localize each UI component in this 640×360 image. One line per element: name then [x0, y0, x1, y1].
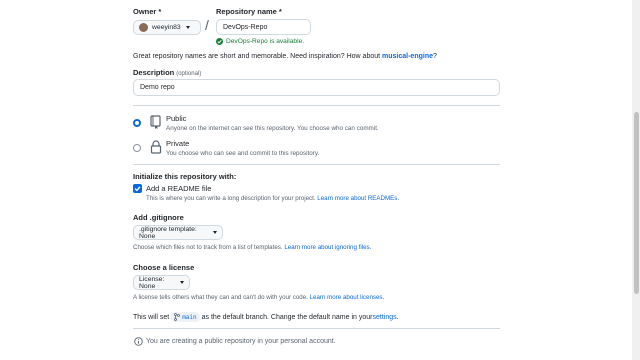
public-description: Anyone on the internet can see this repo…	[166, 125, 379, 132]
public-title: Public	[166, 114, 187, 123]
license-desc: A license tells others what they can and…	[133, 294, 310, 301]
readme-desc: This is where you can write a long descr…	[146, 195, 318, 202]
readme-checkbox[interactable]	[133, 184, 142, 193]
private-radio[interactable]	[133, 144, 141, 152]
slash-separator: /	[205, 17, 209, 33]
availability-message: DevOps-Repo is available.	[216, 38, 304, 45]
notice-text: You are creating a public repository in …	[146, 338, 336, 345]
description-input[interactable]: Demo repo	[133, 79, 500, 96]
chevron-down-icon	[185, 26, 190, 29]
info-icon	[134, 337, 143, 346]
branch-middle: as the default branch. Change the defaul…	[201, 313, 373, 321]
check-icon	[134, 186, 141, 192]
license-learn-more-link[interactable]: Learn more about licenses.	[310, 294, 385, 301]
owner-label: Owner *	[133, 7, 162, 16]
divider	[133, 164, 500, 165]
scrollbar[interactable]	[632, 0, 640, 360]
public-notice: You are creating a public repository in …	[134, 337, 336, 346]
default-branch-note: This will set main as the default branch…	[133, 312, 399, 322]
suggestion-link[interactable]: musical-engine	[382, 53, 433, 60]
availability-text: DevOps-Repo is available.	[226, 38, 305, 45]
license-dropdown-label: License: None	[139, 275, 165, 290]
readme-help: This is where you can write a long descr…	[146, 195, 399, 202]
gitignore-heading: Add .gitignore	[133, 213, 184, 222]
branch-name: main	[182, 313, 197, 321]
license-dropdown[interactable]: License: None	[133, 275, 190, 290]
readme-learn-more-link[interactable]: Learn more about READMEs.	[317, 195, 399, 202]
gitignore-desc: Choose which files not to track from a l…	[133, 244, 285, 251]
owner-value: weeyin83	[152, 24, 181, 31]
public-radio[interactable]	[133, 119, 141, 127]
avatar	[139, 23, 148, 32]
license-heading: Choose a license	[133, 263, 195, 272]
description-label: Description (optional)	[133, 68, 201, 77]
chevron-down-icon	[180, 281, 184, 284]
gitignore-learn-more-link[interactable]: Learn more about ignoring files.	[284, 244, 371, 251]
init-heading: Initialize this repository with:	[133, 172, 237, 181]
repo-name-label: Repository name *	[216, 7, 282, 16]
license-help: A license tells others what they can and…	[133, 294, 384, 301]
check-circle-icon	[216, 38, 223, 45]
repo-public-icon	[150, 115, 162, 131]
optional-tag: (optional)	[176, 71, 202, 77]
git-branch-icon	[174, 313, 181, 321]
lock-icon	[150, 140, 162, 156]
branch-prefix: This will set	[133, 313, 170, 321]
gitignore-dropdown-label: .gitignore template: None	[139, 225, 197, 240]
branch-end: .	[396, 313, 399, 321]
description-value: Demo repo	[140, 84, 175, 91]
name-hint: Great repository names are short and mem…	[133, 53, 437, 60]
divider	[133, 105, 500, 106]
hint-text: Great repository names are short and mem…	[133, 53, 383, 60]
repo-name-value: DevOps-Repo	[223, 23, 268, 31]
chevron-down-icon	[213, 231, 217, 234]
settings-link[interactable]: settings	[372, 314, 396, 321]
hint-end: ?	[433, 53, 437, 60]
private-title: Private	[166, 139, 190, 148]
branch-badge: main	[171, 312, 200, 322]
scrollbar-thumb[interactable]	[634, 112, 639, 294]
gitignore-help: Choose which files not to track from a l…	[133, 244, 371, 251]
divider	[133, 328, 500, 329]
private-description: You choose who can see and commit to thi…	[166, 150, 320, 157]
repo-name-input[interactable]: DevOps-Repo	[216, 19, 311, 35]
description-label-text: Description	[133, 68, 175, 77]
gitignore-dropdown[interactable]: .gitignore template: None	[133, 225, 223, 240]
readme-label[interactable]: Add a README file	[146, 184, 211, 193]
owner-dropdown[interactable]: weeyin83	[133, 20, 201, 35]
